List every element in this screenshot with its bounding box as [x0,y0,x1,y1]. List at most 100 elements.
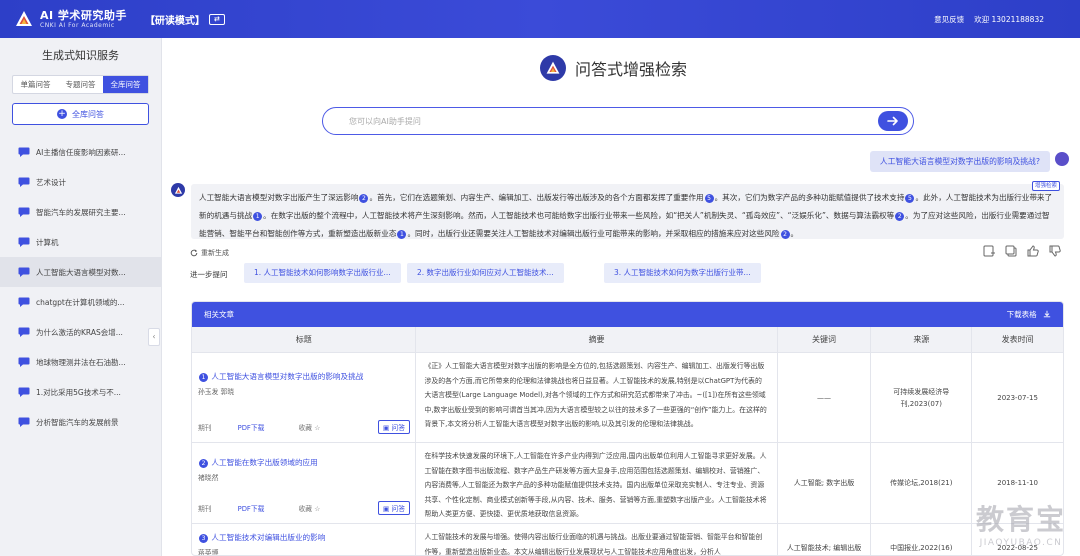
tab-single-qa[interactable]: 单篇问答 [13,76,58,93]
article-title: 人工智能技术对编辑出版业的影响 [211,533,326,542]
history-item-label: chatgpt在计算机领域的... [36,297,125,307]
followup-question-3[interactable]: 3. 人工智能技术如何为数字出版行业带... [604,263,761,283]
favorite-label: 收藏 [298,505,313,513]
history-item[interactable]: 地球物理测井法在石油勘... [0,347,161,377]
citation-marker[interactable]: 1 [397,229,407,239]
thumbs-up-icon[interactable] [1026,244,1040,258]
new-full-library-qa-button[interactable]: + 全库问答 [12,103,149,125]
watermark-url: JIAOYUBAO.CN [979,538,1063,548]
chat-icon [18,297,30,307]
thumbs-down-icon[interactable] [1048,244,1062,258]
favorite-button[interactable]: 收藏 ☆ [298,422,320,432]
article-source[interactable]: 传媒论坛,2018(21) [871,443,973,523]
ask-article-label: 问答 [391,424,405,432]
favorite-button[interactable]: 收藏 ☆ [298,503,320,513]
history-item[interactable]: 计算机 [0,227,161,257]
mode-indicator: 【研读模式】 ⇄ [145,12,225,27]
article-title-link[interactable]: 2 人工智能在数字出版领域的应用 [198,457,409,468]
new-qa-label: 全库问答 [72,109,104,119]
citation-marker[interactable]: 1 [253,211,263,221]
article-authors: 孙玉发 郭晓 [198,388,235,396]
column-title: 标题 [192,327,417,352]
sidebar-title: 生成式知识服务 [42,49,119,62]
history-item[interactable]: chatgpt在计算机领域的... [0,287,161,317]
article-abstract: 人工智能技术的发展与增强。使得内容出版行业面临的机遇与挑战。出版业要通过智能营销… [416,524,778,555]
welcome-user[interactable]: 欢迎 13021188832 [974,14,1044,25]
tab-topic-qa[interactable]: 专题问答 [58,76,103,93]
chat-icon [18,207,30,217]
article-keywords: —— [778,353,872,442]
app-title: AI 学术研究助手 [40,8,127,22]
enhanced-search-badge: 增强检索 [1031,181,1060,191]
column-abstract: 摘要 [416,327,778,352]
hero: 问答式增强检索 [540,55,687,81]
collapse-sidebar-chevron-left-icon[interactable]: ‹ [148,328,160,346]
followup-question-1[interactable]: 1. 人工智能技术如何影响数字出版行业... [244,263,401,283]
article-type: 期刊 [198,505,212,513]
pdf-download-link[interactable]: PDF下载 [238,422,265,432]
assistant-avatar-icon [171,183,185,197]
citation-marker[interactable]: 5 [704,193,714,203]
history-item[interactable]: 智能汽车的发展研究主要... [0,197,161,227]
watermark-logo: 教育宝 JIAOYUBAO.CN [976,498,1066,548]
regenerate-button[interactable]: 重新生成 [190,248,229,258]
download-icon [1043,310,1051,318]
copy-icon[interactable] [1004,244,1018,258]
history-item[interactable]: AI主播信任度影响因素研... [0,137,161,167]
hero-logo-icon [540,55,566,81]
article-number: 1 [199,372,208,382]
favorite-label: 收藏 [298,424,313,432]
citation-marker[interactable]: 2 [895,211,905,221]
chat-icon [18,387,30,397]
article-title-link[interactable]: 1 人工智能大语言模型对数字出版的影响及挑战 [198,371,409,382]
history-item-label: 艺术设计 [36,177,66,187]
chat-icon [18,357,30,367]
search-input[interactable] [349,114,849,128]
article-title-link[interactable]: 3 人工智能技术对编辑出版业的影响 [198,532,409,543]
tab-full-library-qa[interactable]: 全库问答 [103,76,148,93]
article-number: 3 [199,533,208,543]
history-item[interactable]: 为什么激活的KRAS会增... [0,317,161,347]
mode-label: 【研读模式】 [144,15,205,27]
table-row: 1 人工智能大语言模型对数字出版的影响及挑战 孙玉发 郭晓 期刊 PDF下载 收… [192,353,1063,443]
article-authors: 褚晓然 [198,474,219,482]
history-list: AI主播信任度影响因素研... 艺术设计 智能汽车的发展研究主要... 计算机 … [0,137,161,437]
user-question-bubble: 人工智能大语言模型对数字出版的影响及挑战? [869,151,1050,172]
ask-article-button[interactable]: ▣ 问答 [377,420,410,434]
citation-marker[interactable]: 2 [780,229,790,239]
related-articles-panel: 相关文章 下载表格 标题 摘要 关键词 来源 发表时间 1 人工智能大语言模型对… [191,301,1064,556]
history-item[interactable]: 艺术设计 [0,167,161,197]
column-source: 来源 [871,327,973,352]
ask-article-button[interactable]: ▣ 问答 [377,501,410,515]
ask-article-label: 问答 [391,505,405,513]
top-right-links: 意见反馈 欢迎 13021188832 [934,0,1044,38]
insert-note-icon[interactable] [982,244,996,258]
answer-segment: 人工智能大语言模型对数字出版产生了深远影响 [199,193,359,202]
mode-switch-icon[interactable]: ⇄ [208,13,225,25]
download-table-button[interactable]: 下载表格 [1007,309,1051,320]
chat-icon [18,417,30,427]
main-panel: 问答式增强检索 人工智能大语言模型对数字出版的影响及挑战? 增强检索 人工智能大… [162,38,1080,556]
feedback-link[interactable]: 意见反馈 [934,14,964,25]
article-type: 期刊 [198,424,212,432]
send-button[interactable] [878,111,908,131]
article-source[interactable]: 可持续发展经济导刊,2023(07) [871,353,973,442]
citation-marker[interactable]: 5 [905,193,915,203]
page-title: 问答式增强检索 [575,60,688,79]
pdf-download-link[interactable]: PDF下载 [238,503,265,513]
brand: AI 学术研究助手 CNKI AI For Academic [40,10,127,29]
article-title: 人工智能在数字出版领域的应用 [211,458,318,467]
article-title-cell: 2 人工智能在数字出版领域的应用 褚晓然 期刊 PDF下载 收藏 ☆ ▣ 问答 [192,443,417,523]
followup-label: 进一步提问 [190,270,228,279]
citation-marker[interactable]: 2 [359,193,369,203]
history-item-active[interactable]: 人工智能大语言模型对数... [0,257,161,287]
followup-question-2[interactable]: 2. 数字出版行业如何应对人工智能技术... [407,263,564,283]
article-source[interactable]: 中国报业,2022(16) [871,524,973,555]
article-abstract: 在科学技术快速发展的环境下,人工智能在许多产业内得到广泛应用,国内出版单位利用人… [416,443,778,523]
history-item-label: 地球物理测井法在石油勘... [36,357,126,367]
history-item[interactable]: 1.对比采用5G技术与不... [0,377,161,407]
article-meta: 期刊 PDF下载 收藏 ☆ ▣ 问答 [198,420,410,434]
article-keywords: 人工智能技术; 编辑出版 [778,524,872,555]
history-item[interactable]: 分析智能汽车的发展前景 [0,407,161,437]
column-keywords: 关键词 [778,327,872,352]
